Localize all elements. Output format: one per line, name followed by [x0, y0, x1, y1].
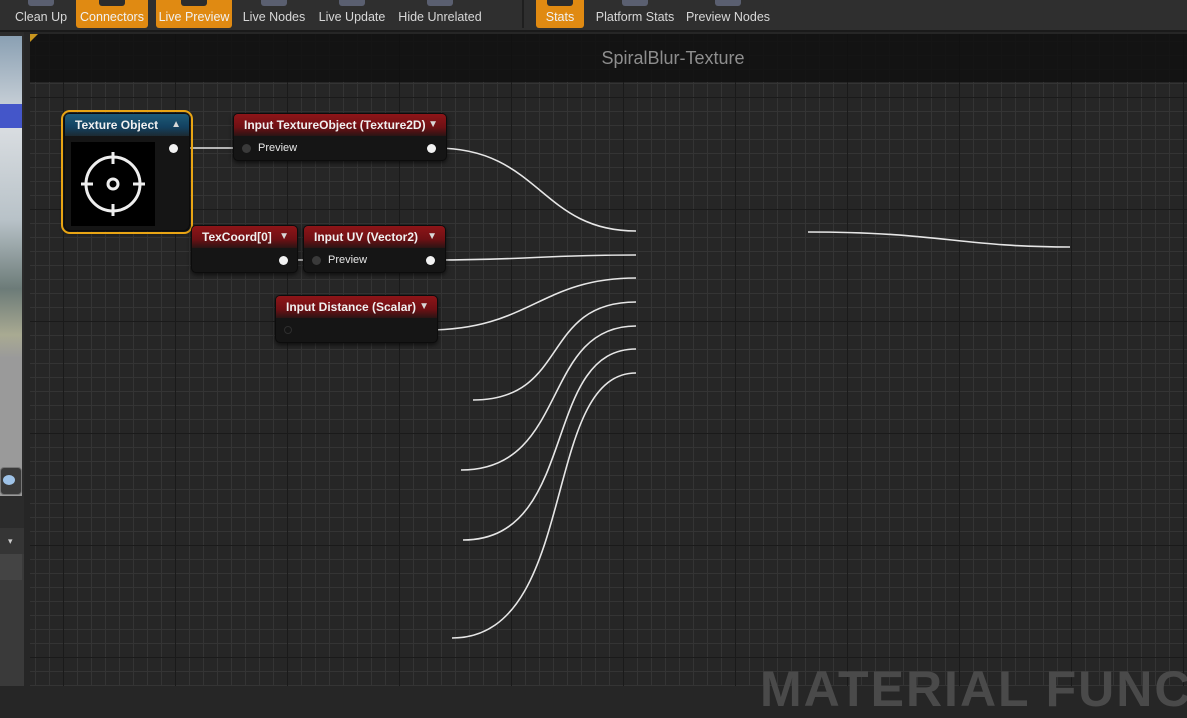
preview-nodes-button[interactable]: Preview Nodes	[684, 0, 772, 28]
connectors-icon	[99, 0, 125, 6]
preview-viewport[interactable]	[0, 36, 22, 496]
node-input-uv[interactable]: Input UV (Vector2) ▼ Preview	[303, 225, 446, 273]
eye-dropdown-icon[interactable]: ▾	[8, 536, 13, 547]
node-texture-object[interactable]: Texture Object ▲	[61, 110, 193, 234]
node-input-texture-object[interactable]: Input TextureObject (Texture2D) ▼ Preview	[233, 113, 447, 161]
dropdown-arrow-icon[interactable]: ▼	[279, 226, 289, 248]
live-nodes-button[interactable]: Live Nodes	[238, 0, 310, 28]
output-pin[interactable]	[279, 256, 288, 265]
graph-title: SpiralBlur-Texture	[601, 48, 745, 68]
preview-input-pin[interactable]	[312, 256, 321, 265]
graph-canvas[interactable]	[30, 34, 1187, 686]
node-title: Texture Object	[75, 118, 159, 132]
live-update-icon	[339, 0, 365, 6]
collapse-arrow-icon[interactable]: ▲	[171, 114, 181, 136]
live-update-button[interactable]: Live Update	[315, 0, 389, 28]
live-preview-icon	[181, 0, 207, 6]
stats-button[interactable]: Stats	[536, 0, 584, 28]
toolbar: Clean Up Connectors Live Preview Live No…	[0, 0, 1187, 32]
node-title: Input Distance (Scalar)	[286, 300, 417, 314]
hide-unrelated-button[interactable]: Hide Unrelated	[396, 0, 484, 28]
connectors-button[interactable]: Connectors	[76, 0, 148, 28]
dropdown-arrow-icon[interactable]: ▼	[428, 114, 438, 136]
node-texcoord[interactable]: TexCoord[0] ▼	[191, 225, 298, 273]
viewport-banner	[0, 104, 22, 128]
output-pin[interactable]	[426, 256, 435, 265]
clean-up-icon	[28, 0, 54, 6]
preview-nodes-icon	[715, 0, 741, 6]
node-title: Input UV (Vector2)	[314, 230, 419, 244]
output-pin[interactable]	[169, 144, 178, 153]
platform-stats-button[interactable]: Platform Stats	[592, 0, 678, 28]
live-preview-button[interactable]: Live Preview	[156, 0, 232, 28]
crosshair-texture-icon	[71, 142, 155, 226]
output-pin[interactable]	[427, 144, 436, 153]
platform-stats-icon	[622, 0, 648, 6]
preview-pin-row: Preview	[310, 251, 440, 269]
preview-mesh-button[interactable]	[0, 467, 22, 495]
preview-pin-row	[282, 321, 432, 339]
stats-icon	[547, 0, 573, 6]
clean-up-button[interactable]: Clean Up	[10, 0, 72, 28]
toolbar-separator	[522, 0, 524, 28]
preview-pin-row: Preview	[240, 139, 440, 157]
live-nodes-icon	[261, 0, 287, 6]
details-panel: ▾	[0, 528, 24, 686]
graph-corner-marker	[30, 34, 38, 42]
hide-unrelated-icon	[427, 0, 453, 6]
preview-input-pin[interactable]	[284, 326, 292, 334]
details-header[interactable]: ▾	[0, 528, 24, 554]
material-function-watermark: MATERIAL FUNCTION	[760, 661, 1187, 717]
preview-input-pin[interactable]	[242, 144, 251, 153]
node-title: TexCoord[0]	[202, 230, 272, 244]
dropdown-arrow-icon[interactable]: ▼	[427, 226, 437, 248]
details-row	[0, 554, 22, 580]
node-title: Input TextureObject (Texture2D)	[244, 118, 426, 132]
node-input-distance[interactable]: Input Distance (Scalar) ▼	[275, 295, 438, 343]
teapot-icon	[3, 475, 15, 485]
dropdown-arrow-icon[interactable]: ▼	[419, 296, 429, 318]
